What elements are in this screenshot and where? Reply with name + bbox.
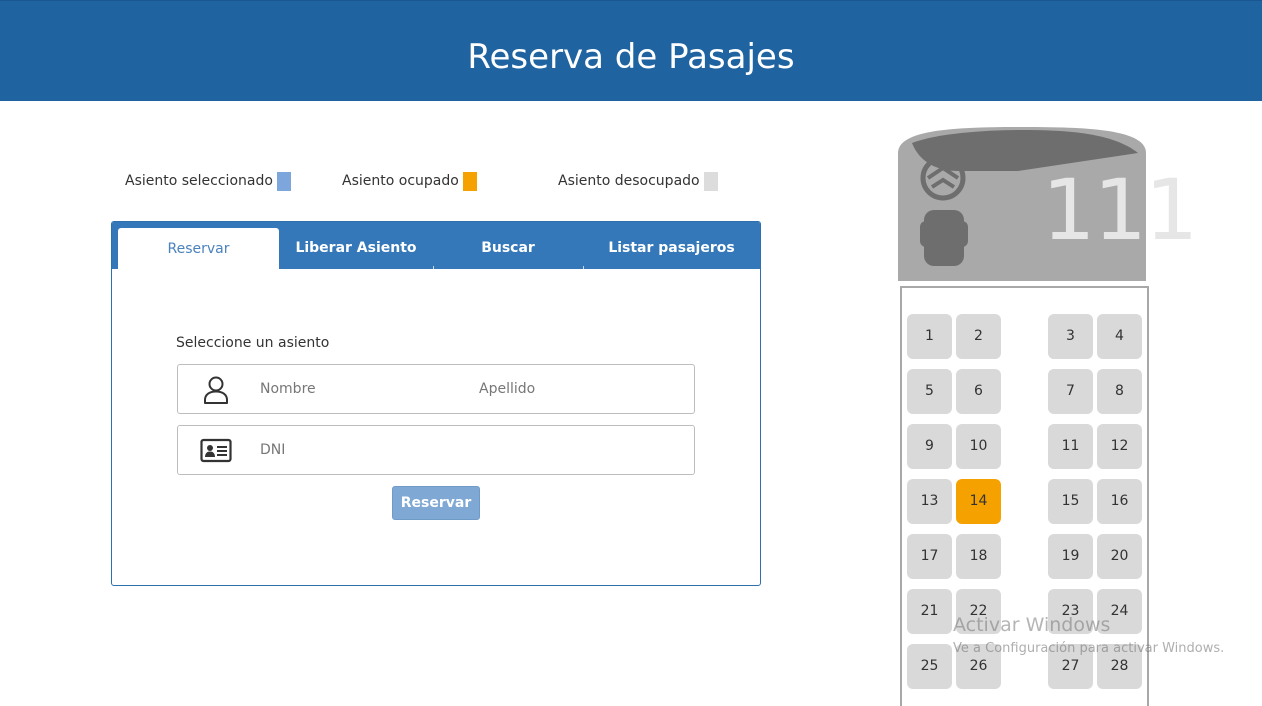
seat-6[interactable]: 6	[956, 369, 1001, 414]
seat-25[interactable]: 25	[907, 644, 952, 689]
legend-free-label: Asiento desocupado	[558, 173, 700, 189]
seat-15[interactable]: 15	[1048, 479, 1093, 524]
tab-listar-pasajeros[interactable]: Listar pasajeros	[583, 222, 760, 269]
person-icon	[200, 374, 232, 406]
legend-free: Asiento desocupado	[558, 171, 718, 191]
seat-17[interactable]: 17	[907, 534, 952, 579]
seat-prompt: Seleccione un asiento	[176, 335, 330, 351]
tab-reservar[interactable]: Reservar	[118, 228, 279, 270]
tab-bar: Reservar Liberar Asiento Buscar Listar p…	[112, 222, 760, 270]
name-field-group	[177, 364, 695, 414]
seat-1[interactable]: 1	[907, 314, 952, 359]
seat-18[interactable]: 18	[956, 534, 1001, 579]
windows-activation-title: Activar Windows	[953, 614, 1111, 636]
seat-4[interactable]: 4	[1097, 314, 1142, 359]
seat-16[interactable]: 16	[1097, 479, 1142, 524]
tab-divider	[583, 266, 584, 270]
seat-2[interactable]: 2	[956, 314, 1001, 359]
seat-14[interactable]: 14	[956, 479, 1001, 524]
seat-21[interactable]: 21	[907, 589, 952, 634]
seat-10[interactable]: 10	[956, 424, 1001, 469]
reservation-panel: Reservar Liberar Asiento Buscar Listar p…	[111, 221, 761, 586]
page-title: Reserva de Pasajes	[467, 37, 795, 77]
legend-occupied-label: Asiento ocupado	[342, 173, 459, 189]
seat-11[interactable]: 11	[1048, 424, 1093, 469]
apellido-input[interactable]	[479, 375, 679, 403]
legend-occupied-swatch	[462, 171, 477, 191]
nombre-input[interactable]	[260, 375, 460, 403]
legend-occupied: Asiento ocupado	[342, 171, 477, 191]
seat-5[interactable]: 5	[907, 369, 952, 414]
seat-8[interactable]: 8	[1097, 369, 1142, 414]
legend-selected-label: Asiento seleccionado	[125, 173, 273, 189]
header-bar: Reserva de Pasajes	[0, 0, 1262, 101]
tab-buscar[interactable]: Buscar	[433, 222, 583, 269]
dni-field-group	[177, 425, 695, 475]
reservar-button[interactable]: Reservar	[392, 486, 480, 520]
legend-selected: Asiento seleccionado	[125, 171, 291, 191]
seat-20[interactable]: 20	[1097, 534, 1142, 579]
seat-9[interactable]: 9	[907, 424, 952, 469]
dni-input[interactable]	[260, 436, 660, 464]
legend-selected-swatch	[276, 171, 291, 191]
id-card-icon	[200, 435, 232, 467]
seat-12[interactable]: 12	[1097, 424, 1142, 469]
seat-3[interactable]: 3	[1048, 314, 1093, 359]
seat-13[interactable]: 13	[907, 479, 952, 524]
windows-activation-subtitle: Ve a Configuración para activar Windows.	[953, 641, 1225, 656]
bus-front: 111	[898, 125, 1198, 281]
bus-number: 111	[1042, 161, 1198, 259]
legend-free-swatch	[703, 171, 718, 191]
tab-liberar-asiento[interactable]: Liberar Asiento	[279, 222, 433, 269]
seat-19[interactable]: 19	[1048, 534, 1093, 579]
tab-divider	[433, 266, 434, 270]
seat-7[interactable]: 7	[1048, 369, 1093, 414]
